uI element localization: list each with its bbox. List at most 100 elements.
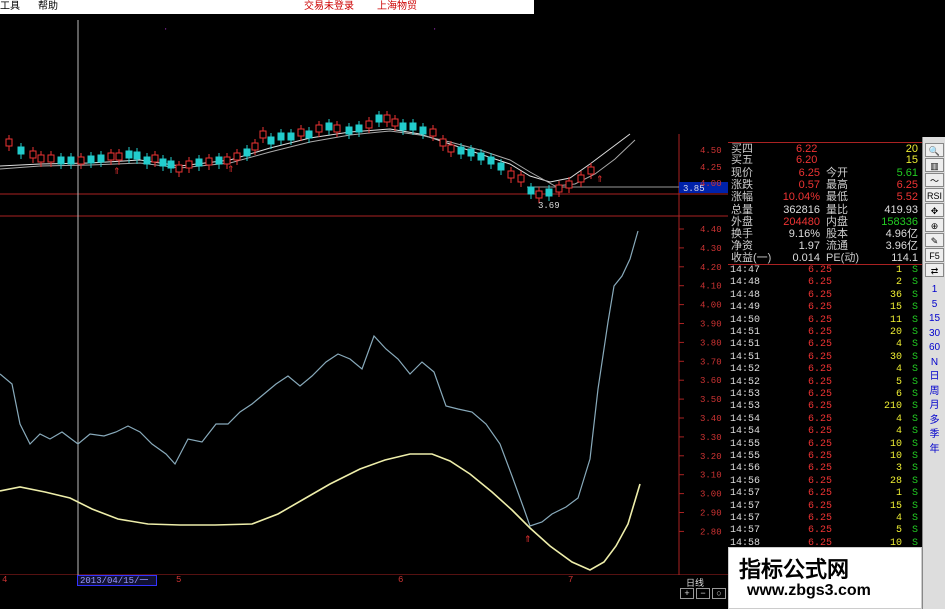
candle-body (151, 154, 159, 163)
period-button[interactable]: 1 (925, 283, 944, 297)
trade-side: S (911, 451, 918, 462)
axis-tick-label: 3.20 (700, 452, 722, 462)
trade-row: 14:51 6.25 4 S (728, 340, 922, 351)
candle-body (223, 156, 231, 165)
stat-value: 419.93 (884, 203, 918, 216)
trade-row: 14:57 6.25 15 S (728, 500, 922, 513)
period-button[interactable]: 周 (925, 385, 944, 399)
trade-row: 14:49 6.25 15 S (728, 303, 922, 314)
trade-price: 6.25 (808, 475, 833, 487)
trade-side: S (911, 351, 918, 363)
stat-row: 涨幅 10.04% 最低 5.52 (728, 191, 922, 204)
trade-row: 14:48 6.25 2 S (728, 278, 922, 289)
stat-value: 362816 (783, 203, 820, 216)
selected-date: 2013/04/15/一 (77, 575, 157, 586)
candle-body (287, 132, 295, 141)
axis-tick-label: 3.70 (700, 357, 722, 367)
f5-icon[interactable]: F5 (925, 248, 944, 262)
trade-time: 14:52 (730, 376, 761, 388)
period-button[interactable]: 60 (925, 341, 944, 355)
menu-item-tools[interactable]: 工具 (0, 0, 20, 14)
move-icon[interactable]: ✥ (925, 203, 944, 217)
period-button[interactable]: 5 (925, 298, 944, 312)
trade-volume: 15 (889, 500, 902, 512)
candle-body (267, 136, 275, 145)
candle-body (545, 188, 553, 197)
candle-body (447, 144, 455, 153)
period-button[interactable]: 15 (925, 312, 944, 326)
candle-body (159, 158, 167, 167)
trade-row: 14:47 6.25 1 S (728, 265, 922, 277)
axis-tick-label: 3.10 (700, 471, 722, 481)
candle-body (487, 156, 495, 165)
candle-body (517, 174, 525, 183)
candle-body (107, 152, 115, 161)
axis-tick-label: 3.40 (700, 414, 722, 424)
order-price: 6.20 (796, 154, 818, 166)
trade-volume: 4 (895, 426, 902, 438)
trade-side: S (911, 389, 918, 400)
trade-row: 14:54 6.25 4 S (728, 414, 922, 426)
period-button[interactable]: N (925, 356, 944, 370)
trade-row: 14:56 6.25 3 S (728, 464, 922, 475)
ma-line-2 (0, 130, 636, 187)
candle-body (185, 160, 193, 169)
axis-tick-label: 2.90 (700, 509, 722, 519)
trade-price: 6.25 (808, 438, 833, 450)
rsi-icon[interactable]: RSI (925, 188, 944, 202)
period-button[interactable]: 月 (925, 399, 944, 413)
candle-body (205, 157, 213, 166)
candle-body (365, 120, 373, 129)
trade-time: 14:51 (730, 327, 761, 338)
trade-volume: 28 (889, 475, 902, 487)
candle-body (125, 150, 133, 159)
pen-icon[interactable]: ✎ (925, 233, 944, 247)
candle-body (167, 160, 175, 169)
candle-body (37, 154, 45, 163)
zoom-in-button[interactable]: + (680, 588, 694, 599)
trade-side: S (911, 364, 918, 376)
stat-label: 涨幅 (731, 191, 753, 204)
zoom-icon[interactable]: 🔍 (925, 143, 944, 157)
candle-body (243, 148, 251, 157)
wave-icon[interactable]: 〜 (925, 173, 944, 187)
stat-row: 总量 362816 量比 419.93 (728, 204, 922, 217)
period-button[interactable]: 多 (925, 414, 944, 428)
candle-body (175, 164, 183, 173)
axis-tick-label: 3.90 (700, 320, 722, 330)
candle-body (587, 166, 595, 175)
period-button[interactable]: 30 (925, 327, 944, 341)
trade-time: 14:57 (730, 500, 761, 512)
candle-body (17, 146, 25, 155)
link-icon[interactable]: ⇄ (925, 263, 944, 277)
upper-tick: 4.50 (700, 146, 722, 156)
trade-price: 6.25 (808, 426, 833, 438)
zoom-out-button[interactable]: − (696, 588, 710, 599)
period-button[interactable]: 日 (925, 370, 944, 384)
trade-time: 14:55 (730, 451, 761, 462)
axis-tick-label: 4.10 (700, 282, 722, 292)
trade-price: 6.25 (808, 389, 833, 400)
trade-time: 14:50 (730, 314, 761, 326)
candle-body (57, 156, 65, 165)
candle-body (409, 122, 417, 131)
trade-row: 14:57 6.25 4 S (728, 513, 922, 525)
trade-time: 14:51 (730, 339, 761, 351)
menu-item-help[interactable]: 帮助 (38, 0, 58, 14)
candle-body (383, 114, 391, 123)
reset-button[interactable]: ○ (712, 588, 726, 599)
candle-icon[interactable]: ▥ (925, 158, 944, 172)
indicator-line-1 (0, 230, 639, 527)
period-button[interactable]: 季 (925, 428, 944, 442)
zoomin-icon[interactable]: ⊕ (925, 218, 944, 232)
trade-time: 14:51 (730, 351, 761, 363)
trade-volume: 3 (895, 463, 902, 475)
kline-chart[interactable]: 3.85 4.50 4.25 4.00 3.69 ⇑ ⇑ ⇑ 4.404.304… (0, 14, 728, 575)
period-button[interactable]: 年 (925, 443, 944, 457)
trade-side: S (911, 376, 918, 388)
candle-body (115, 152, 123, 161)
trade-price: 6.25 (808, 451, 833, 462)
upper-tick: 4.25 (700, 163, 722, 173)
candle-body (457, 146, 465, 155)
axis-tick-label: 3.50 (700, 395, 722, 405)
